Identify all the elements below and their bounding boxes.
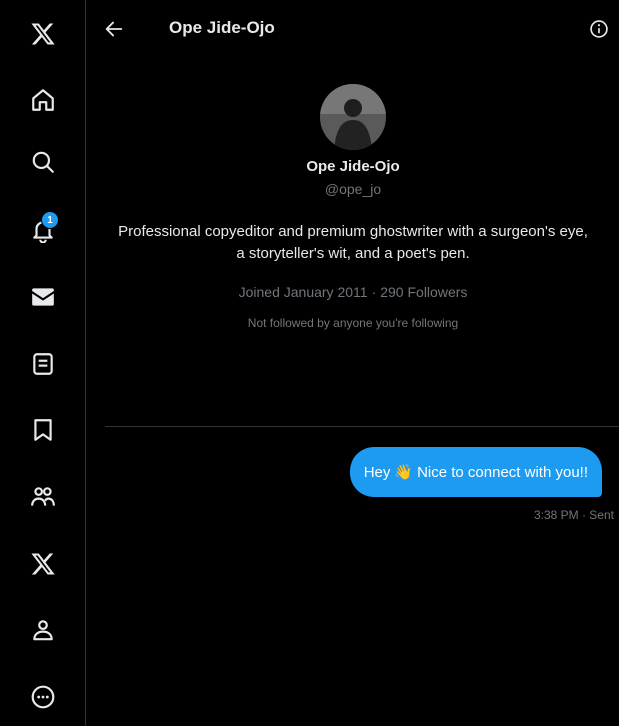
message-text-suffix: Nice to connect with you!! (417, 463, 588, 481)
notification-count-badge: 1 (41, 211, 59, 229)
page-title: Ope Jide-Ojo (169, 18, 275, 37)
profile-bio: Professional copyeditor and premium ghos… (118, 223, 588, 262)
message-timestamp: 3:38 PM · Sent (533, 508, 614, 522)
profile-stats: Joined January 2011 · 290 Followers (87, 284, 619, 300)
communities-icon[interactable] (26, 480, 60, 514)
lists-icon[interactable] (26, 347, 60, 381)
bookmarks-icon[interactable] (26, 413, 60, 447)
joined-date: Joined January 2011 (238, 284, 368, 300)
conversation-pane: Ope Jide-Ojo Ope Jide-Ojo @ope_jo Profes… (87, 0, 619, 726)
profile-name[interactable]: Ope Jide-Ojo (87, 158, 619, 175)
info-icon[interactable] (589, 19, 609, 39)
premium-x-icon[interactable] (26, 547, 60, 581)
messages-icon[interactable] (26, 280, 60, 314)
avatar[interactable] (320, 84, 386, 150)
x-logo-icon[interactable] (26, 17, 60, 51)
profile-handle: @ope_jo (324, 181, 382, 197)
profile-icon[interactable] (26, 613, 60, 647)
search-icon[interactable] (26, 145, 60, 179)
more-icon[interactable] (26, 680, 60, 714)
back-arrow-icon[interactable] (103, 18, 125, 40)
conversation-header: Ope Jide-Ojo (87, 0, 619, 56)
message-text-prefix: Hey (363, 463, 391, 481)
sent-message-bubble[interactable]: Hey 👋 Nice to connect with you!! (349, 447, 602, 497)
notifications-icon[interactable]: 1 (26, 211, 60, 247)
divider (105, 426, 619, 427)
followers-count[interactable]: 290 Followers (380, 284, 467, 300)
home-icon[interactable] (26, 83, 60, 117)
sidebar-nav: 1 (0, 0, 86, 726)
stats-separator: · (371, 284, 377, 300)
mutual-followers-note: Not followed by anyone you're following (247, 316, 459, 330)
waving-hand-emoji: 👋 (394, 463, 414, 481)
